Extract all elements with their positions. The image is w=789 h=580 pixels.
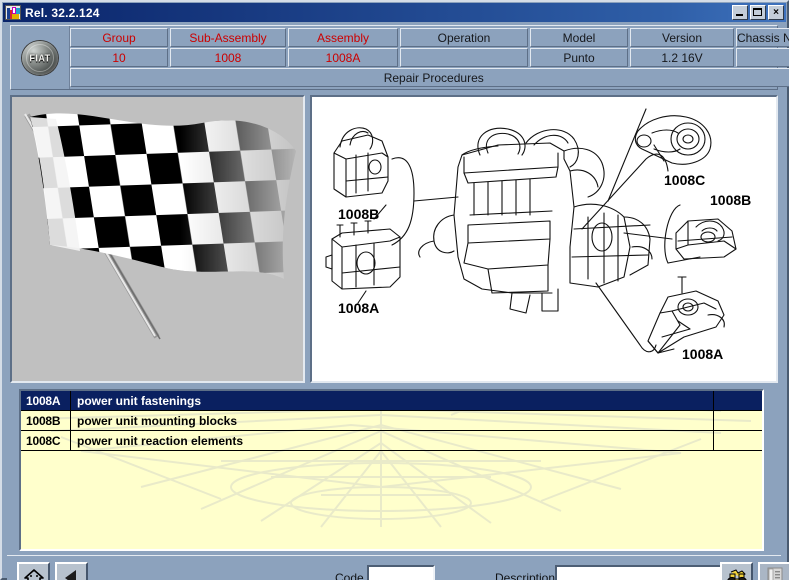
close-button[interactable]: × bbox=[768, 5, 784, 20]
header-value-group[interactable]: 10 bbox=[70, 48, 168, 67]
books-app-icon bbox=[5, 5, 21, 20]
assembly-list[interactable]: 1008A power unit fastenings 1008B power … bbox=[19, 389, 764, 551]
list-button[interactable] bbox=[758, 562, 789, 580]
engine-diagram-panel: 1008B 1008A 1008C 1008B 1008A bbox=[310, 95, 778, 383]
header-label-row: Group Sub-Assembly Assembly Operation Mo… bbox=[70, 28, 789, 47]
header-label-assembly: Assembly bbox=[288, 28, 398, 47]
diagram-label-1008B-left: 1008B bbox=[338, 206, 379, 222]
header-value-assembly[interactable]: 1008A bbox=[288, 48, 398, 67]
back-arrow-icon bbox=[64, 570, 76, 580]
binoculars-icon bbox=[726, 569, 747, 580]
header-grid: Group Sub-Assembly Assembly Operation Mo… bbox=[70, 26, 789, 89]
diagram-label-1008A-left: 1008A bbox=[338, 300, 379, 316]
header-banner-row: Repair Procedures bbox=[70, 68, 789, 87]
home-button[interactable] bbox=[17, 562, 50, 580]
checkered-flag-panel bbox=[10, 95, 305, 383]
window-title: Rel. 32.2.124 bbox=[25, 5, 100, 20]
header-value-row: 10 1008 1008A Punto 1.2 16V bbox=[70, 48, 789, 67]
header-value-sub-assembly[interactable]: 1008 bbox=[170, 48, 286, 67]
bottom-toolbar: Code Description bbox=[7, 555, 789, 580]
engine-power-unit-fastenings-diagram: 1008B 1008A 1008C 1008B 1008A bbox=[312, 97, 776, 381]
checkered-racing-flag bbox=[12, 97, 303, 381]
client-area: FIAT Group Sub-Assembly Assembly Operati… bbox=[3, 23, 789, 580]
diagram-label-1008B-right: 1008B bbox=[710, 192, 751, 208]
description-input[interactable] bbox=[557, 567, 721, 580]
list-item[interactable]: 1008A power unit fastenings bbox=[21, 391, 762, 411]
header-value-operation[interactable] bbox=[400, 48, 528, 67]
back-button[interactable] bbox=[55, 562, 88, 580]
list-item-code: 1008C bbox=[21, 431, 71, 450]
description-label: Description bbox=[495, 571, 556, 580]
maximize-button[interactable] bbox=[750, 5, 766, 20]
diagram-label-1008A-right: 1008A bbox=[682, 346, 723, 362]
header-label-group: Group bbox=[70, 28, 168, 47]
list-item-extra-column bbox=[714, 391, 762, 410]
header-value-chassis-no[interactable] bbox=[736, 48, 789, 67]
code-input[interactable] bbox=[369, 567, 433, 580]
list-item[interactable]: 1008C power unit reaction elements bbox=[21, 431, 762, 451]
header-value-model[interactable]: Punto bbox=[530, 48, 628, 67]
header-label-chassis-no: Chassis N° bbox=[736, 28, 789, 47]
document-list-icon bbox=[767, 567, 782, 580]
header-label-sub-assembly: Sub-Assembly bbox=[170, 28, 286, 47]
header-label-model: Model bbox=[530, 28, 628, 47]
header-label-operation: Operation bbox=[400, 28, 528, 47]
list-item-description: power unit fastenings bbox=[71, 391, 714, 410]
assembly-list-rows: 1008A power unit fastenings 1008B power … bbox=[21, 391, 762, 451]
diagram-label-1008C: 1008C bbox=[664, 172, 705, 188]
fiat-logo-text: FIAT bbox=[29, 51, 51, 64]
list-item-description: power unit reaction elements bbox=[71, 431, 714, 450]
list-item-extra-column bbox=[714, 411, 762, 430]
list-item-code: 1008B bbox=[21, 411, 71, 430]
list-item[interactable]: 1008B power unit mounting blocks bbox=[21, 411, 762, 431]
header-value-version[interactable]: 1.2 16V bbox=[630, 48, 734, 67]
code-field[interactable] bbox=[367, 565, 435, 580]
code-label: Code bbox=[335, 571, 364, 580]
search-button[interactable] bbox=[720, 562, 753, 580]
description-field[interactable] bbox=[555, 565, 723, 580]
list-item-description: power unit mounting blocks bbox=[71, 411, 714, 430]
logo-cell: FIAT bbox=[11, 26, 70, 89]
list-item-code: 1008A bbox=[21, 391, 71, 410]
home-car-icon bbox=[23, 569, 44, 580]
list-item-extra-column bbox=[714, 431, 762, 450]
fiat-logo: FIAT bbox=[22, 40, 58, 75]
close-icon: × bbox=[773, 6, 779, 18]
header-label-version: Version bbox=[630, 28, 734, 47]
repair-procedures-banner: Repair Procedures bbox=[70, 68, 789, 87]
image-row: 1008B 1008A 1008C 1008B 1008A bbox=[10, 95, 778, 383]
title-bar[interactable]: Rel. 32.2.124 × bbox=[3, 3, 786, 22]
header-panel: FIAT Group Sub-Assembly Assembly Operati… bbox=[10, 25, 789, 90]
application-window: Rel. 32.2.124 × FIAT Group Sub-Assembly … bbox=[0, 0, 789, 580]
window-controls: × bbox=[732, 5, 784, 20]
minimize-button[interactable] bbox=[732, 5, 748, 20]
